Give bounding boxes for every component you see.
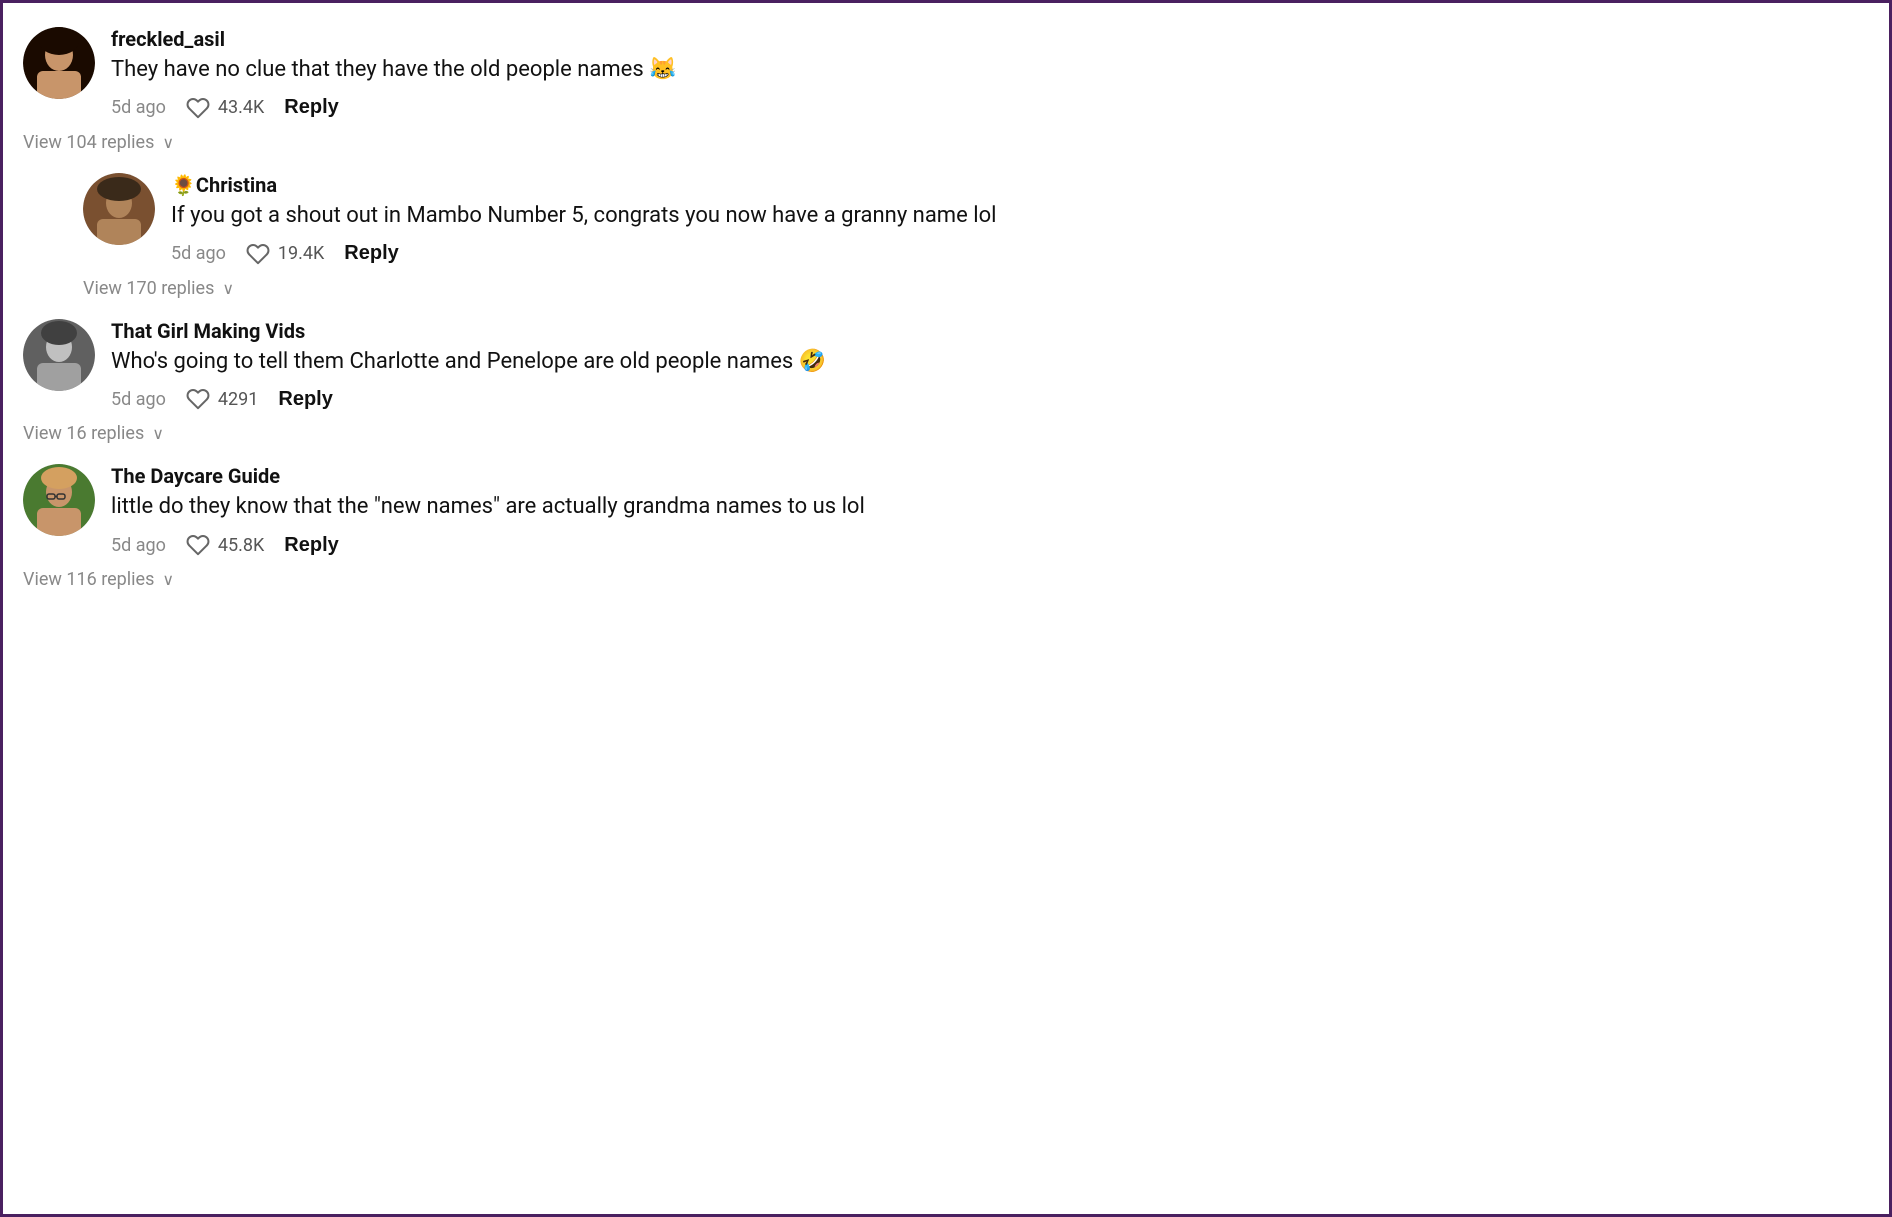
chevron-down-icon: ∨	[162, 570, 174, 589]
like-button[interactable]: 19.4K	[246, 242, 324, 266]
username: That Girl Making Vids	[111, 319, 1423, 343]
chevron-down-icon: ∨	[222, 279, 234, 298]
comment-meta: 5d ago 43.4K Reply	[111, 96, 1423, 120]
view-replies-button[interactable]: View 16 replies ∨	[23, 423, 1423, 444]
view-replies-text: View 170 replies	[83, 278, 214, 299]
heart-icon	[186, 96, 210, 120]
username: 🌻Christina	[171, 173, 1423, 197]
avatar	[23, 27, 95, 99]
comment-meta: 5d ago 4291 Reply	[111, 387, 1423, 411]
view-replies-text: View 16 replies	[23, 423, 144, 444]
like-count: 19.4K	[278, 243, 324, 264]
view-replies-text: View 104 replies	[23, 132, 154, 153]
comment-content: The Daycare Guide little do they know tha…	[111, 464, 1423, 557]
timestamp: 5d ago	[111, 389, 166, 410]
comment-item: That Girl Making Vids Who's going to tell…	[23, 319, 1423, 412]
heart-icon	[186, 533, 210, 557]
like-count: 45.8K	[218, 535, 264, 556]
like-button[interactable]: 45.8K	[186, 533, 264, 557]
comment-content: 🌻Christina If you got a shout out in Mamb…	[171, 173, 1423, 266]
heart-icon	[246, 242, 270, 266]
comment-text: If you got a shout out in Mambo Number 5…	[171, 201, 1423, 232]
view-replies-button[interactable]: View 116 replies ∨	[23, 569, 1423, 590]
comment-content: That Girl Making Vids Who's going to tell…	[111, 319, 1423, 412]
like-button[interactable]: 43.4K	[186, 96, 264, 120]
username: The Daycare Guide	[111, 464, 1423, 488]
avatar	[23, 464, 95, 536]
comment-item: The Daycare Guide little do they know tha…	[23, 464, 1423, 557]
comment-text: little do they know that the "new names"…	[111, 492, 1423, 523]
comment-meta: 5d ago 19.4K Reply	[171, 242, 1423, 266]
reply-button[interactable]: Reply	[278, 388, 332, 411]
like-count: 4291	[218, 389, 258, 410]
comment-item: freckled_asil They have no clue that they…	[23, 27, 1423, 120]
view-replies-text: View 116 replies	[23, 569, 154, 590]
reply-button[interactable]: Reply	[344, 242, 398, 265]
comment-item: 🌻Christina If you got a shout out in Mamb…	[83, 173, 1423, 266]
username: freckled_asil	[111, 27, 1423, 51]
timestamp: 5d ago	[171, 243, 226, 264]
avatar	[23, 319, 95, 391]
view-replies-button[interactable]: View 104 replies ∨	[23, 132, 1423, 153]
comment-content: freckled_asil They have no clue that they…	[111, 27, 1423, 120]
comment-text: Who's going to tell them Charlotte and P…	[111, 347, 1423, 378]
reply-button[interactable]: Reply	[284, 534, 338, 557]
reply-button[interactable]: Reply	[284, 96, 338, 119]
view-replies-button[interactable]: View 170 replies ∨	[83, 278, 1423, 299]
comment-meta: 5d ago 45.8K Reply	[111, 533, 1423, 557]
timestamp: 5d ago	[111, 535, 166, 556]
comment-text: They have no clue that they have the old…	[111, 55, 1423, 86]
chevron-down-icon: ∨	[162, 133, 174, 152]
heart-icon	[186, 387, 210, 411]
timestamp: 5d ago	[111, 97, 166, 118]
like-count: 43.4K	[218, 97, 264, 118]
comment-thread: freckled_asil They have no clue that they…	[23, 27, 1423, 590]
chevron-down-icon: ∨	[152, 424, 164, 443]
like-button[interactable]: 4291	[186, 387, 258, 411]
avatar	[83, 173, 155, 245]
